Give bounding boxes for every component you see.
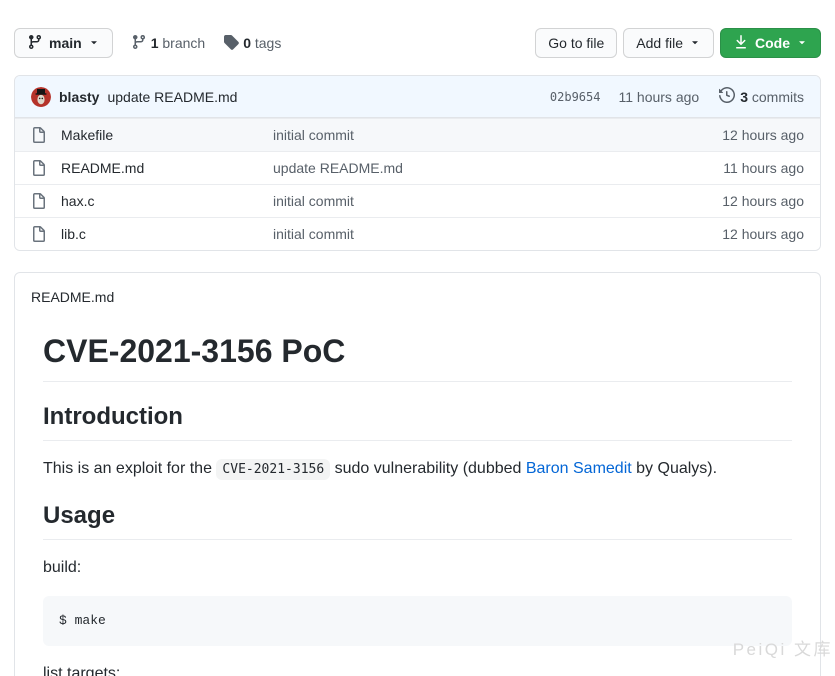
readme-header: README.md: [15, 273, 820, 305]
file-icon: [31, 226, 47, 242]
build-code-block: $ make: [43, 596, 792, 646]
commit-author-link[interactable]: blasty: [59, 89, 99, 105]
go-to-file-button[interactable]: Go to file: [535, 28, 617, 58]
file-name-link[interactable]: Makefile: [61, 127, 273, 143]
intro-text: by Qualys).: [632, 460, 717, 477]
commit-message-link[interactable]: update README.md: [107, 89, 237, 105]
file-name-link[interactable]: lib.c: [61, 226, 273, 242]
commit-sha-link[interactable]: 02b9654: [550, 90, 601, 104]
commits-count: 3: [740, 89, 748, 105]
cve-inline-code: CVE-2021-3156: [216, 459, 330, 480]
files-panel: blasty update README.md 02b9654 11 hours…: [14, 75, 821, 251]
repo-toolbar: main 1 branch 0 tags Go to file Add file…: [14, 28, 821, 58]
avatar[interactable]: [31, 87, 51, 107]
intro-text: sudo vulnerability (dubbed: [330, 460, 526, 477]
chevron-down-icon: [88, 35, 100, 51]
current-branch-label: main: [49, 35, 82, 51]
branches-label: branch: [162, 35, 205, 51]
file-commit-message-link[interactable]: initial commit: [273, 127, 674, 143]
add-file-label: Add file: [636, 35, 683, 51]
git-branch-icon: [131, 34, 147, 53]
latest-commit-bar: blasty update README.md 02b9654 11 hours…: [15, 76, 820, 118]
file-icon: [31, 160, 47, 176]
repo-page: main 1 branch 0 tags Go to file Add file…: [0, 0, 835, 676]
file-row-readme[interactable]: README.md update README.md 11 hours ago: [15, 151, 820, 184]
file-commit-message-link[interactable]: initial commit: [273, 193, 674, 209]
history-clock-icon: [719, 87, 735, 106]
baron-samedit-link[interactable]: Baron Samedit: [526, 460, 632, 477]
build-label: build:: [43, 556, 792, 580]
intro-text: This is an exploit for the: [43, 460, 216, 477]
file-row-hax-c[interactable]: hax.c initial commit 12 hours ago: [15, 184, 820, 217]
tags-count: 0: [243, 35, 251, 51]
file-row-makefile[interactable]: Makefile initial commit 12 hours ago: [15, 118, 820, 151]
build-code: $ make: [59, 613, 106, 628]
code-button[interactable]: Code: [720, 28, 821, 58]
file-commit-message-link[interactable]: update README.md: [273, 160, 674, 176]
file-commit-time: 12 hours ago: [674, 226, 804, 242]
file-commit-time: 11 hours ago: [674, 160, 804, 176]
readme-article: CVE-2021-3156 PoC Introduction This is a…: [15, 305, 820, 676]
usage-heading: Usage: [43, 501, 792, 540]
add-file-button[interactable]: Add file: [623, 28, 714, 58]
readme-panel: README.md CVE-2021-3156 PoC Introduction…: [14, 272, 821, 676]
commits-label: commits: [752, 89, 804, 105]
git-branch-icon: [27, 34, 43, 53]
file-icon: [31, 127, 47, 143]
tag-icon: [223, 34, 239, 53]
download-icon: [733, 34, 749, 53]
file-name-link[interactable]: hax.c: [61, 193, 273, 209]
file-commit-time: 12 hours ago: [674, 127, 804, 143]
readme-title: CVE-2021-3156 PoC: [43, 331, 792, 382]
branches-count: 1: [151, 35, 159, 51]
go-to-file-label: Go to file: [548, 35, 604, 51]
code-button-label: Code: [755, 35, 790, 51]
commit-time: 11 hours ago: [618, 89, 699, 105]
tags-link[interactable]: 0 tags: [223, 34, 281, 53]
file-icon: [31, 193, 47, 209]
list-targets-label: list targets:: [43, 662, 792, 676]
introduction-heading: Introduction: [43, 402, 792, 441]
file-commit-message-link[interactable]: initial commit: [273, 226, 674, 242]
introduction-paragraph: This is an exploit for the CVE-2021-3156…: [43, 457, 792, 481]
chevron-down-icon: [689, 35, 701, 51]
tags-label: tags: [255, 35, 281, 51]
file-name-link[interactable]: README.md: [61, 160, 273, 176]
file-row-lib-c[interactable]: lib.c initial commit 12 hours ago: [15, 217, 820, 250]
file-commit-time: 12 hours ago: [674, 193, 804, 209]
branch-selector-button[interactable]: main: [14, 28, 113, 58]
commits-history-link[interactable]: 3 commits: [719, 87, 804, 106]
branches-link[interactable]: 1 branch: [131, 34, 206, 53]
chevron-down-icon: [796, 35, 808, 51]
